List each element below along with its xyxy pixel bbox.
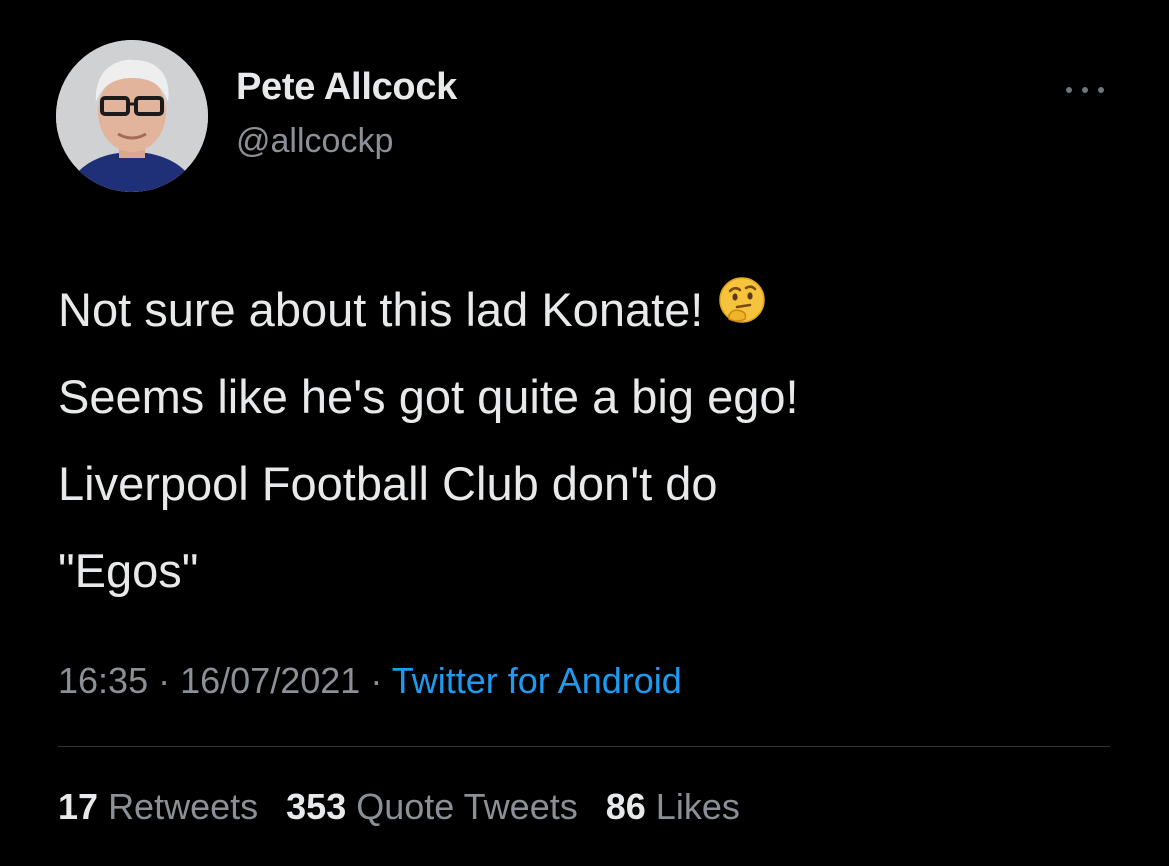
likes-stat[interactable]: 86 Likes [606, 786, 740, 827]
more-horizontal-icon-dot [1098, 87, 1104, 93]
quote-tweets-count: 353 [286, 786, 347, 827]
more-horizontal-icon-dot [1082, 87, 1088, 93]
tweet-date[interactable]: 16/07/2021 [180, 660, 360, 701]
retweets-label: Retweets [108, 786, 259, 827]
tweet-stats: 17 Retweets 353 Quote Tweets 86 Likes [58, 786, 758, 828]
tweet-line-text: Not sure about this lad Konate! [58, 283, 704, 336]
likes-count: 86 [605, 786, 646, 827]
tweet-line: Seems like he's got quite a big ego! [58, 370, 799, 423]
meta-separator: · [370, 660, 383, 701]
quote-tweets-label: Quote Tweets [356, 786, 578, 827]
tweet-line: Liverpool Football Club don't do [58, 457, 718, 510]
divider [58, 746, 1110, 747]
meta-separator: · [158, 660, 171, 701]
avatar[interactable] [56, 40, 208, 192]
retweets-count: 17 [58, 786, 99, 827]
thinking-face-emoji-icon [717, 265, 767, 352]
more-options-button[interactable] [1060, 78, 1110, 102]
tweet-line: "Egos" [58, 544, 199, 597]
tweet-time[interactable]: 16:35 [58, 660, 148, 701]
avatar-photo [56, 40, 208, 192]
tweet-text: Not sure about this lad Konate! Seems li… [58, 266, 1118, 614]
tweet-source-link[interactable]: Twitter for Android [392, 660, 682, 701]
tweet-line: Not sure about this lad Konate! [58, 266, 1118, 353]
likes-label: Likes [655, 786, 740, 827]
author-handle[interactable]: @allcockp [236, 122, 393, 161]
retweets-stat[interactable]: 17 Retweets [58, 786, 258, 827]
quote-tweets-stat[interactable]: 353 Quote Tweets [286, 786, 578, 827]
more-horizontal-icon [1066, 87, 1072, 93]
tweet-meta: 16:35 · 16/07/2021 · Twitter for Android [58, 660, 682, 702]
author-display-name[interactable]: Pete Allcock [236, 66, 457, 109]
